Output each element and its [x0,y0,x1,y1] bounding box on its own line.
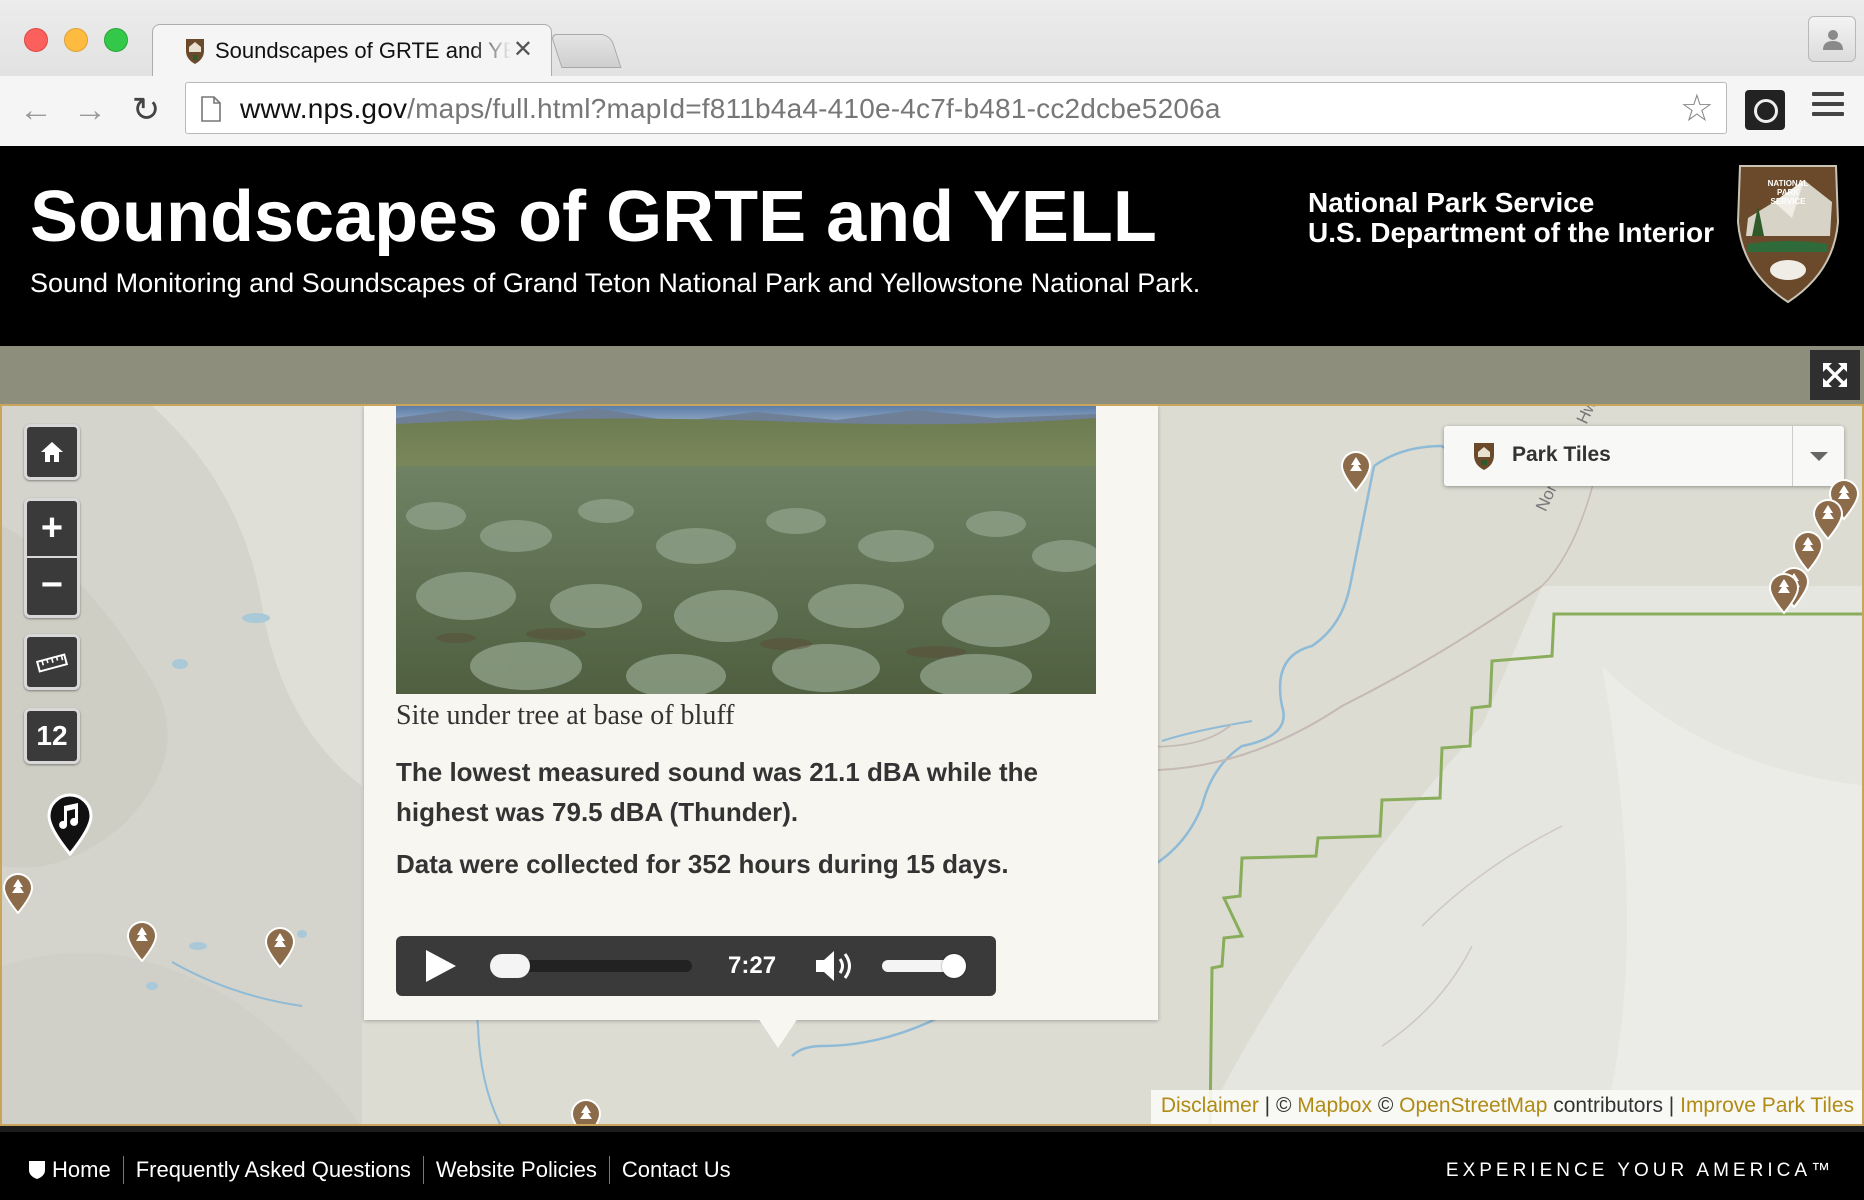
home-icon [41,442,63,462]
sound-level-stat: The lowest measured sound was 21.1 dBA w… [396,757,1038,827]
sound-site-pin[interactable] [46,792,94,856]
page-subtitle: Sound Monitoring and Soundscapes of Gran… [30,268,1201,298]
footer-divider [422,1156,424,1184]
disclaimer-link[interactable]: Disclaimer [1161,1094,1259,1117]
fullscreen-icon [1822,362,1848,388]
volume-slider[interactable] [882,954,966,978]
contributors-text: contributors | [1547,1094,1681,1117]
ruler-icon [35,653,69,673]
nps-arrowhead-logo[interactable]: NATIONAL PARK SERVICE [1734,162,1842,304]
menu-hamburger-icon[interactable] [1812,92,1844,120]
url-host: www.nps.gov [240,93,408,124]
footer-divider [608,1156,610,1184]
improve-park-tiles-link[interactable]: Improve Park Tiles [1680,1094,1854,1117]
measure-button[interactable] [24,634,80,690]
campground-pin[interactable] [126,920,158,962]
agency-name: National Park Service U.S. Department of… [1308,188,1714,248]
site-popup: Site under tree at base of bluff The low… [364,406,1158,1048]
footer-link-website-policies[interactable]: Website Policies [436,1157,597,1183]
collection-duration-stat: Data were collected for 352 hours during… [396,849,1009,879]
basemap-switcher[interactable]: Park Tiles [1444,426,1844,486]
agency-line-1: National Park Service [1308,187,1595,218]
seek-bar[interactable] [490,954,692,978]
audio-player: 7:27 [396,936,996,996]
nps-arrowhead-icon [1474,443,1494,470]
page-icon [201,96,221,122]
footer-nav: Home Frequently Asked Questions Website … [28,1156,731,1184]
volume-icon[interactable] [814,948,858,984]
footer-link-home[interactable]: Home [52,1157,111,1183]
agency-line-2: U.S. Department of the Interior [1308,217,1715,248]
new-tab-button[interactable] [550,34,622,68]
campground-pin[interactable] [1768,572,1800,614]
svg-text:SERVICE: SERVICE [1771,197,1807,206]
site-header: Soundscapes of GRTE and YELL Sound Monit… [0,146,1864,346]
browser-chrome: Soundscapes of GRTE and YELL ✕ ← → ↻ www… [0,0,1864,146]
footer-divider [122,1156,124,1184]
campground-pin[interactable] [570,1098,602,1126]
cluster-count-badge[interactable]: 12 [24,708,80,764]
browser-tab[interactable]: Soundscapes of GRTE and YELL ✕ [152,24,552,76]
forward-arrow-icon[interactable]: → [70,90,110,130]
attribution-sep: | © [1258,1094,1298,1117]
svg-text:NATIONAL: NATIONAL [1768,179,1809,188]
fullscreen-button[interactable] [1810,350,1860,400]
seek-handle[interactable] [490,954,530,978]
footer-link-contact-us[interactable]: Contact Us [622,1157,731,1183]
basemap-label: Park Tiles [1512,443,1611,466]
bookmark-star-icon[interactable]: ☆ [1680,89,1714,129]
tab-close-icon[interactable]: ✕ [513,35,533,64]
zoom-window-button[interactable] [104,28,128,52]
mapbox-link[interactable]: Mapbox [1297,1094,1372,1117]
back-arrow-icon[interactable]: ← [16,90,56,130]
map-attribution: Disclaimer | © Mapbox © OpenStreetMap co… [1150,1090,1862,1124]
address-bar[interactable]: www.nps.gov/maps/full.html?mapId=f811b4a… [185,82,1727,134]
photo-caption: Site under tree at base of bluff [396,700,735,731]
url-text: www.nps.gov/maps/full.html?mapId=f811b4a… [240,93,1221,125]
minimize-window-button[interactable] [64,28,88,52]
chevron-down-icon[interactable] [1792,426,1844,486]
tab-title: Soundscapes of GRTE and YELL [215,38,511,63]
attribution-sep: © [1372,1094,1400,1117]
home-button[interactable] [24,424,80,480]
person-icon [1823,30,1843,50]
browser-toolbar: ← → ↻ www.nps.gov/maps/full.html?mapId=f… [0,76,1864,146]
site-photo [396,406,1096,694]
page-title: Soundscapes of GRTE and YELL [30,177,1157,257]
zoom-out-button[interactable]: − [27,558,77,615]
zoom-in-button[interactable]: + [27,501,77,558]
map-toolbar [0,346,1864,404]
extension-icon[interactable] [1745,90,1785,130]
nps-arrowhead-icon [29,1161,45,1179]
popup-pointer [758,1018,798,1048]
volume-handle[interactable] [942,954,966,978]
footer-tagline: EXPERIENCE YOUR AMERICA™ [1445,1160,1834,1181]
campground-pin[interactable] [264,926,296,968]
url-path: /maps/full.html?mapId=f811b4a4-410e-4c7f… [407,93,1221,124]
openstreetmap-link[interactable]: OpenStreetMap [1399,1094,1547,1117]
campground-pin[interactable] [2,872,34,914]
map-view[interactable]: North-South Hwy + − 12 Park Tiles [0,404,1864,1126]
svg-text:PARK: PARK [1777,188,1799,197]
site-footer: Home Frequently Asked Questions Website … [0,1126,1864,1200]
footer-link-faq[interactable]: Frequently Asked Questions [136,1157,411,1183]
nps-arrowhead-icon [186,39,204,64]
profile-button[interactable] [1808,16,1856,62]
close-window-button[interactable] [24,28,48,52]
campground-pin[interactable] [1340,450,1372,492]
play-button[interactable] [426,950,456,982]
zoom-control: + − [24,498,80,618]
reload-icon[interactable]: ↻ [126,90,166,130]
audio-duration: 7:27 [728,952,777,979]
